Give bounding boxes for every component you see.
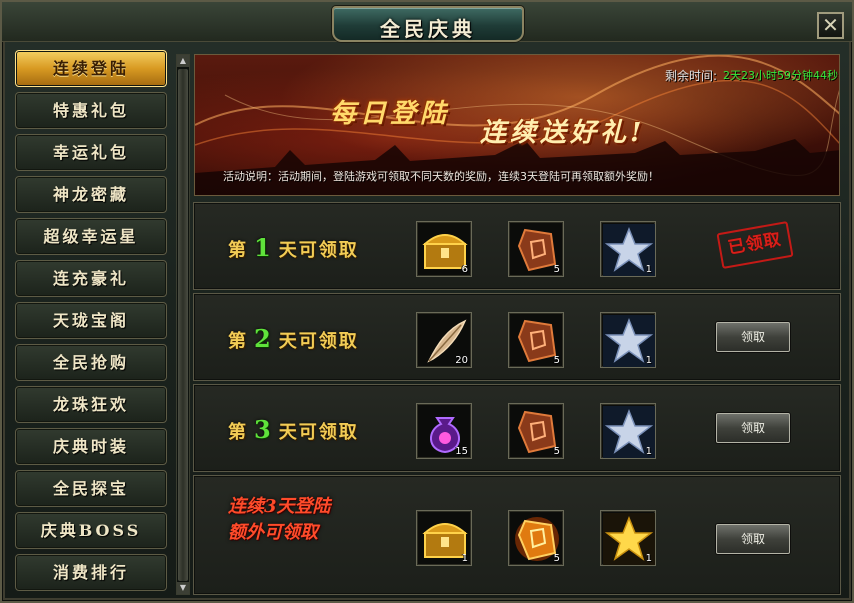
claim-button[interactable]: 领取 xyxy=(716,322,790,352)
scroll-thumb[interactable] xyxy=(178,69,188,581)
sidebar-item-dragon-treasure[interactable]: 神龙密藏 xyxy=(15,176,167,213)
bonus-label: 连续3天登陆 额外可领取 xyxy=(228,494,378,546)
window-title: 全民庆典 xyxy=(380,17,476,41)
close-button[interactable]: ✕ xyxy=(817,12,844,39)
sidebar-item-label: 幸运礼包 xyxy=(52,143,129,162)
reward-slot[interactable]: 1 xyxy=(600,221,656,277)
sidebar-item-label: 龙珠狂欢 xyxy=(52,395,129,414)
bonus-label-line-1: 连续3天登陆 xyxy=(228,496,331,517)
title-bar: 全民庆典 ✕ xyxy=(2,2,852,42)
claim-button[interactable]: 领取 xyxy=(716,413,790,443)
item-count: 20 xyxy=(455,355,468,366)
sidebar-item-flash-sale[interactable]: 全民抢购 xyxy=(15,344,167,381)
remaining-time-label: 剩余时间: xyxy=(665,69,718,83)
reward-slot[interactable]: 15 xyxy=(416,403,472,459)
item-count: 1 xyxy=(645,264,652,275)
item-count: 5 xyxy=(553,446,560,457)
day-prefix: 第 xyxy=(228,422,248,443)
day-suffix: 天可领取 xyxy=(278,422,359,443)
event-description: 活动说明：活动期间，登陆游戏可领取不同天数的奖励，连续3天登陆可再领取额外奖励！ xyxy=(223,170,659,183)
day-prefix: 第 xyxy=(228,331,248,352)
reward-slot[interactable]: 1 xyxy=(600,403,656,459)
sidebar-item-celebration-boss[interactable]: 庆典BOSS xyxy=(15,512,167,549)
item-count: 5 xyxy=(553,355,560,366)
sidebar-menu: 连续登陆 特惠礼包 幸运礼包 神龙密藏 超级幸运星 连充豪礼 天珑宝阁 全民抢购… xyxy=(12,50,170,598)
event-banner: 剩余时间: 2天23小时59分钟44秒 每日登陆 连续送好礼! 活动说明：活动期… xyxy=(194,54,840,196)
item-count: 6 xyxy=(461,264,468,275)
reward-slot[interactable]: 1 xyxy=(600,312,656,368)
reward-slot[interactable]: 5 xyxy=(508,312,564,368)
reward-slot[interactable]: 5 xyxy=(508,403,564,459)
sidebar-item-super-lucky-star[interactable]: 超级幸运星 xyxy=(15,218,167,255)
reward-slot[interactable]: 20 xyxy=(416,312,472,368)
day-number: 3 xyxy=(254,415,273,444)
close-icon: ✕ xyxy=(822,13,839,37)
item-count: 5 xyxy=(553,264,560,275)
sidebar-item-label: 连充豪礼 xyxy=(52,269,129,288)
scroll-down-icon[interactable]: ▼ xyxy=(177,582,189,594)
sidebar-item-treasure-hunt[interactable]: 全民探宝 xyxy=(15,470,167,507)
sidebar-item-spending-rank[interactable]: 消费排行 xyxy=(15,554,167,591)
celebration-window: 全民庆典 ✕ 连续登陆 特惠礼包 幸运礼包 神龙密藏 超级幸运星 连充豪礼 天珑… xyxy=(0,0,854,603)
item-count: 1 xyxy=(645,355,652,366)
item-count: 1 xyxy=(645,553,652,564)
reward-slot[interactable]: 1 xyxy=(416,510,472,566)
reward-slot[interactable]: 1 xyxy=(600,510,656,566)
sidebar-item-consecutive-login[interactable]: 连续登陆 xyxy=(15,50,167,87)
day-label: 第 3 天可领取 xyxy=(228,415,359,444)
day-number: 2 xyxy=(254,324,273,353)
sidebar-item-celebration-fashion[interactable]: 庆典时装 xyxy=(15,428,167,465)
reward-row-day-1: 第 1 天可领取 6 5 1 已领取 xyxy=(193,202,841,290)
day-prefix: 第 xyxy=(228,240,248,261)
item-count: 1 xyxy=(461,553,468,564)
day-label: 第 1 天可领取 xyxy=(228,233,359,262)
claim-button[interactable]: 领取 xyxy=(716,524,790,554)
reward-row-bonus: 连续3天登陆 额外可领取 1 5 1 领取 xyxy=(193,475,841,595)
reward-row-day-3: 第 3 天可领取 15 5 1 领取 xyxy=(193,384,841,472)
sidebar-item-special-pack[interactable]: 特惠礼包 xyxy=(15,92,167,129)
reward-slot[interactable]: 6 xyxy=(416,221,472,277)
item-count: 1 xyxy=(645,446,652,457)
banner-headline-gifts: 连续送好礼! xyxy=(480,118,646,148)
sidebar-item-dragon-ball-carnival[interactable]: 龙珠狂欢 xyxy=(15,386,167,423)
claimed-stamp: 已领取 xyxy=(716,221,794,269)
sidebar-item-label: 神龙密藏 xyxy=(52,185,129,204)
sidebar-item-label: 连续登陆 xyxy=(52,59,129,78)
sidebar-item-label: 庆典时装 xyxy=(52,437,129,456)
banner-headline-daily-login: 每日登陆 xyxy=(330,99,451,129)
item-count: 5 xyxy=(553,553,560,564)
sidebar-item-lucky-pack[interactable]: 幸运礼包 xyxy=(15,134,167,171)
sidebar-item-label: 超级幸运星 xyxy=(43,227,139,246)
sidebar-item-label: 天珑宝阁 xyxy=(52,311,129,330)
item-count: 15 xyxy=(455,446,468,457)
day-suffix: 天可领取 xyxy=(278,331,359,352)
sidebar-item-recharge-gifts[interactable]: 连充豪礼 xyxy=(15,260,167,297)
sidebar-item-label: 特惠礼包 xyxy=(52,101,129,120)
bonus-label-line-2: 额外可领取 xyxy=(228,522,318,543)
reward-row-day-2: 第 2 天可领取 20 5 1 领取 xyxy=(193,293,841,381)
title-plate: 全民庆典 xyxy=(332,6,524,42)
day-suffix: 天可领取 xyxy=(278,240,359,261)
reward-slot[interactable]: 5 xyxy=(508,221,564,277)
day-number: 1 xyxy=(254,233,273,262)
sidebar-item-label: 全民探宝 xyxy=(52,479,129,498)
scroll-up-icon[interactable]: ▲ xyxy=(177,55,189,67)
sidebar-item-label: 消费排行 xyxy=(52,563,129,582)
reward-slot[interactable]: 5 xyxy=(508,510,564,566)
sidebar-item-label: 全民抢购 xyxy=(52,353,129,372)
sidebar-item-treasure-pavilion[interactable]: 天珑宝阁 xyxy=(15,302,167,339)
day-label: 第 2 天可领取 xyxy=(228,324,359,353)
sidebar-scrollbar[interactable]: ▲ ▼ xyxy=(176,54,190,595)
sidebar-item-label: 庆典BOSS xyxy=(40,521,142,540)
remaining-time-value: 2天23小时59分钟44秒 xyxy=(723,69,838,82)
